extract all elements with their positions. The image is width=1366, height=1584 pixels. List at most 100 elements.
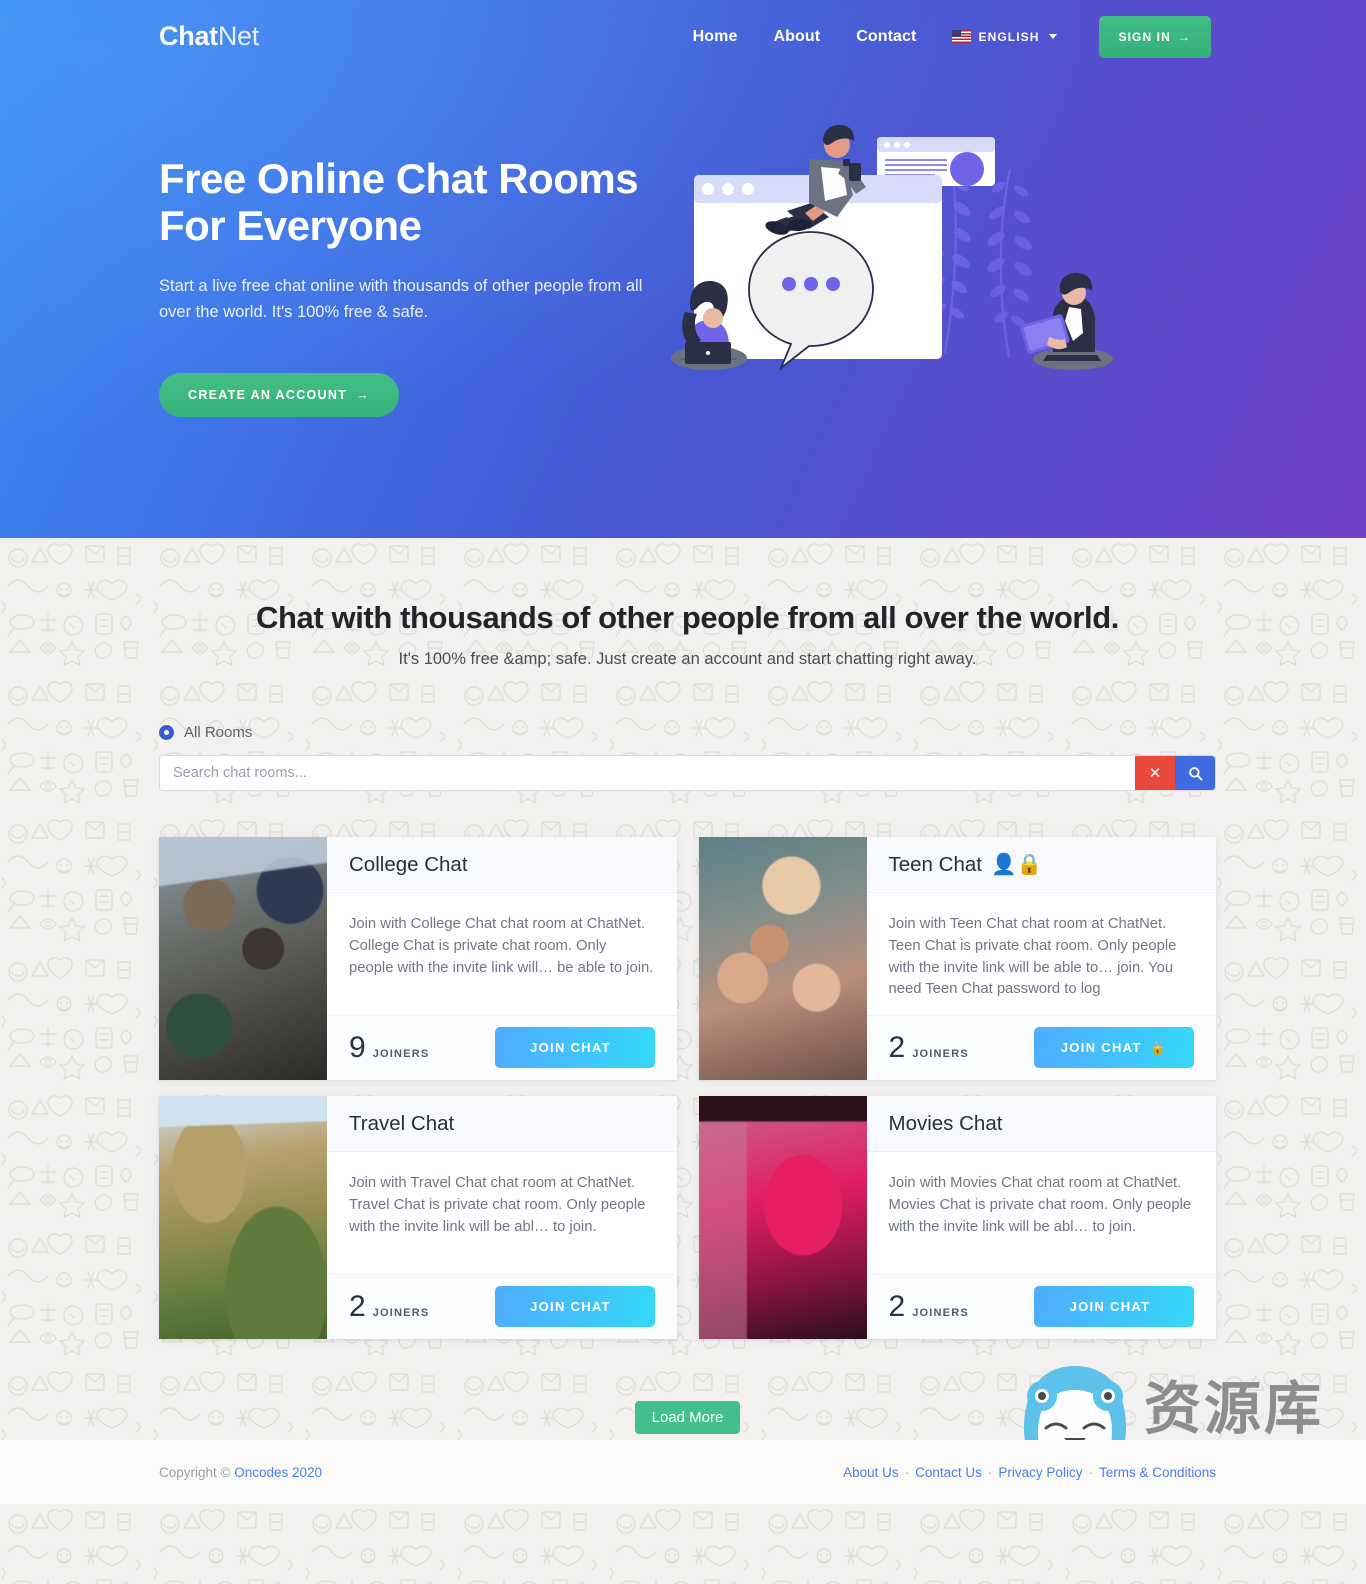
logo-light: Net [217, 21, 259, 51]
join-chat-button[interactable]: JOIN CHAT [1034, 1286, 1194, 1327]
logo-bold: Chat [159, 21, 218, 51]
room-card-footer: 2 JOINERS JOIN CHAT [327, 1274, 677, 1339]
room-card-main: Travel Chat Join with Travel Chat chat r… [327, 1096, 677, 1339]
joiners-label: JOINERS [372, 1306, 430, 1319]
room-card-header: College Chat [327, 837, 677, 893]
room-card[interactable]: Teen Chat 👤🔒 Join with Teen Chat chat ro… [698, 837, 1216, 1080]
language-selector[interactable]: ENGLISH [934, 30, 1070, 44]
page-root: ChatNet Home About Contact ENGLISH SIGN … [0, 0, 1366, 1584]
travel-chat-photo [159, 1096, 327, 1339]
join-chat-label: JOIN CHAT [530, 1299, 611, 1314]
join-chat-label: JOIN CHAT [1069, 1299, 1151, 1314]
room-filter-row: All Rooms [159, 724, 1216, 741]
nav-item-contact[interactable]: Contact [838, 28, 934, 46]
joiners-number: 2 [349, 1289, 366, 1323]
search-bar: ✕ [159, 755, 1216, 791]
room-card-main: Movies Chat Join with Movies Chat chat r… [866, 1096, 1216, 1339]
joiners-number: 9 [349, 1030, 366, 1064]
chat-illustration-svg [671, 124, 1113, 371]
joiners-label: JOINERS [912, 1306, 969, 1319]
separator: · [904, 1464, 910, 1480]
room-description: Join with Travel Chat chat room at ChatN… [349, 1175, 646, 1235]
arrow-right-icon: → [1177, 29, 1191, 44]
copyright-link[interactable]: Oncodes 2020 [234, 1465, 322, 1480]
joiners-label: JOINERS [372, 1047, 430, 1060]
hero-illustration [671, 73, 1216, 417]
hero-copy: Free Online Chat Rooms For Everyone Star… [159, 73, 679, 418]
room-description: Join with College Chat chat room at Chat… [349, 916, 654, 976]
top-navbar: ChatNet Home About Contact ENGLISH SIGN … [0, 0, 1366, 73]
room-title: Movies Chat [888, 1112, 1003, 1135]
room-card[interactable]: College Chat Join with College Chat chat… [159, 837, 677, 1080]
room-title: Teen Chat [888, 853, 982, 876]
teen-chat-photo [698, 837, 867, 1080]
copyright: Copyright © Oncodes 2020 [159, 1465, 322, 1480]
separator: · [987, 1464, 993, 1480]
hero-section: ChatNet Home About Contact ENGLISH SIGN … [0, 0, 1366, 538]
all-rooms-label: All Rooms [184, 724, 253, 741]
create-account-button[interactable]: CREATE AN ACCOUNT → [159, 373, 399, 418]
joiners-count: 2 JOINERS [888, 1030, 969, 1064]
copyright-prefix: Copyright © [159, 1464, 235, 1480]
room-card-header: Teen Chat 👤🔒 [866, 837, 1216, 893]
room-card-header: Travel Chat [327, 1096, 677, 1152]
room-grid: College Chat Join with College Chat chat… [159, 837, 1216, 1339]
movies-chat-photo [698, 1096, 867, 1339]
college-chat-photo [159, 837, 327, 1080]
sign-in-button[interactable]: SIGN IN → [1098, 15, 1211, 58]
chevron-down-icon [1048, 34, 1057, 39]
join-chat-button[interactable]: JOIN CHAT [494, 1286, 655, 1327]
room-card-footer: 2 JOINERS JOIN CHAT [866, 1274, 1216, 1339]
us-flag-icon [952, 30, 972, 43]
magnifier-icon [1188, 766, 1202, 780]
room-card[interactable]: Travel Chat Join with Travel Chat chat r… [159, 1096, 677, 1339]
joiners-count: 2 JOINERS [349, 1289, 430, 1323]
room-title: College Chat [349, 853, 468, 876]
footer-link-privacy-policy[interactable]: Privacy Policy [998, 1465, 1082, 1480]
joiners-number: 2 [888, 1289, 906, 1323]
language-label: ENGLISH [978, 29, 1040, 44]
room-card-main: College Chat Join with College Chat chat… [327, 837, 677, 1080]
footer-link-terms-conditions[interactable]: Terms & Conditions [1099, 1465, 1216, 1480]
join-chat-label: JOIN CHAT [530, 1040, 611, 1055]
arrow-right-icon: → [356, 388, 370, 403]
lock-icon: 🔒 [1149, 1039, 1168, 1055]
load-more-row: Load More [159, 1401, 1216, 1434]
footer-link-about-us[interactable]: About Us [843, 1465, 899, 1480]
search-icon[interactable] [1175, 756, 1215, 790]
hero-heading: Free Online Chat Rooms For Everyone [159, 155, 679, 249]
separator: · [1088, 1464, 1093, 1480]
nav-item-about[interactable]: About [756, 28, 839, 46]
room-private-icon: 👤🔒 [990, 853, 1043, 876]
joiners-count: 2 JOINERS [888, 1289, 969, 1323]
site-logo[interactable]: ChatNet [159, 23, 259, 50]
rooms-container: Chat with thousands of other people from… [0, 538, 1366, 1434]
room-description: Join with Movies Chat chat room at ChatN… [888, 1175, 1192, 1235]
footer-links: About Us · Contact Us · Privacy Policy ·… [843, 1465, 1216, 1480]
all-rooms-radio[interactable] [159, 725, 174, 740]
join-chat-button[interactable]: JOIN CHAT 🔒 [1034, 1027, 1194, 1068]
nav-links: Home About Contact ENGLISH SIGN IN → [675, 15, 1211, 58]
sign-in-label: SIGN IN [1118, 29, 1171, 44]
room-card-footer: 2 JOINERS JOIN CHAT 🔒 [866, 1015, 1216, 1080]
hero-heading-line1: Free Online Chat Rooms [159, 155, 639, 202]
clear-search-button[interactable]: ✕ [1135, 756, 1175, 790]
load-more-button[interactable]: Load More [634, 1401, 741, 1434]
room-card-main: Teen Chat 👤🔒 Join with Teen Chat chat ro… [866, 837, 1216, 1080]
room-card-footer: 9 JOINERS JOIN CHAT [327, 1015, 677, 1080]
hero-body: Free Online Chat Rooms For Everyone Star… [0, 73, 1366, 418]
room-card-header: Movies Chat [866, 1096, 1216, 1152]
room-card[interactable]: Movies Chat Join with Movies Chat chat r… [698, 1096, 1216, 1339]
join-chat-button[interactable]: JOIN CHAT [494, 1027, 655, 1068]
hero-heading-line2: For Everyone [159, 202, 422, 250]
room-description: Join with Teen Chat chat room at ChatNet… [888, 916, 1177, 998]
section-subtitle: It's 100% free &amp; safe. Just create a… [398, 650, 977, 668]
joiners-number: 2 [888, 1030, 906, 1064]
section-title: Chat with thousands of other people from… [256, 600, 1119, 635]
footer: Copyright © Oncodes 2020 About Us · Cont… [0, 1440, 1366, 1504]
search-input[interactable] [160, 756, 1135, 790]
rooms-section: Chat with thousands of other people from… [0, 538, 1366, 1584]
room-title: Travel Chat [349, 1112, 455, 1135]
nav-item-home[interactable]: Home [675, 28, 756, 46]
footer-link-contact-us[interactable]: Contact Us [915, 1465, 982, 1480]
